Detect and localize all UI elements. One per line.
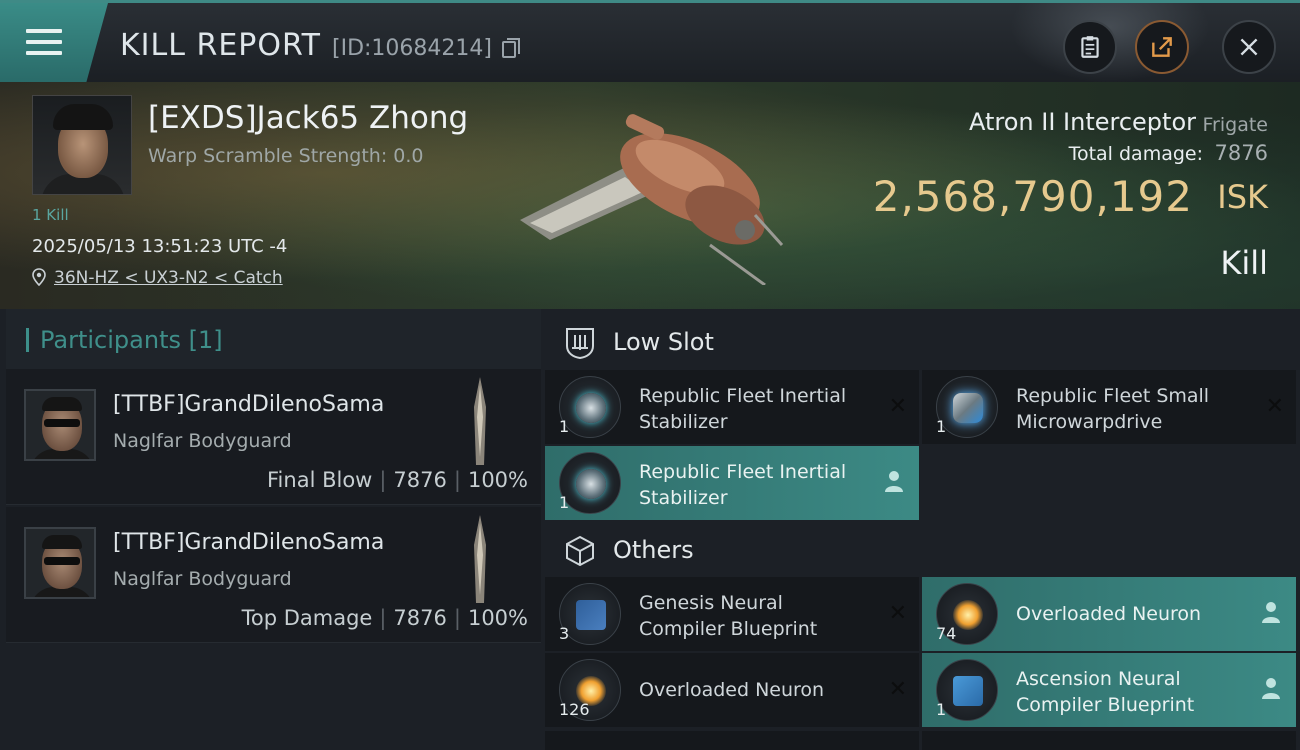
destroyed-icon: ✕	[888, 394, 907, 419]
item-overloaded-neuron-dropped[interactable]: 74 Overloaded Neuron	[922, 577, 1296, 651]
item-quantity: 3	[559, 624, 570, 643]
item-name: Republic Fleet Small Microwarpdrive	[1016, 385, 1210, 433]
report-id: [ID:10684214]	[332, 36, 492, 61]
participant-percent: 100%	[467, 606, 528, 630]
warp-scramble-strength: Warp Scramble Strength: 0.0	[148, 145, 424, 167]
page-title: KILL REPORT	[120, 28, 321, 63]
item-next-row-partial[interactable]	[922, 731, 1296, 750]
close-icon	[1240, 38, 1258, 56]
participant-avatar[interactable]	[24, 527, 96, 599]
share-button[interactable]	[1135, 20, 1189, 74]
participants-header[interactable]: Participants [1]	[6, 309, 541, 369]
participant-role: Final Blow	[267, 468, 373, 492]
item-name: Overloaded Neuron	[1016, 603, 1202, 625]
others-header: Others	[545, 520, 1300, 580]
share-icon	[1152, 37, 1172, 57]
participant-ship-icon	[474, 515, 486, 603]
cube-icon	[566, 535, 594, 567]
participant-damage: 7876	[393, 606, 447, 630]
participants-title: Participants [1]	[40, 326, 223, 354]
victim-ship-class: Frigate	[1202, 114, 1268, 136]
item-name: Overloaded Neuron	[639, 679, 825, 701]
destroyed-icon: ✕	[888, 677, 907, 702]
item-genesis-neural-compiler-blueprint[interactable]: 3 Genesis Neural Compiler Blueprint ✕	[545, 577, 919, 651]
clipboard-icon	[1081, 36, 1099, 58]
menu-icon	[26, 29, 62, 57]
copy-icon[interactable]	[502, 38, 520, 58]
destroyed-icon: ✕	[1265, 394, 1284, 419]
item-quantity: 1	[936, 417, 947, 436]
items-panel: Low Slot 1 Republic Fleet Inertial Stabi…	[541, 309, 1300, 750]
item-republic-fleet-inertial-stabilizer[interactable]: 1 Republic Fleet Inertial Stabilizer ✕	[545, 370, 919, 444]
item-next-row-partial[interactable]	[545, 731, 919, 750]
participant-ship-icon	[474, 377, 486, 465]
item-name: Genesis Neural Compiler Blueprint	[639, 592, 818, 640]
participant-ship: Naglfar Bodyguard	[113, 430, 292, 452]
participant-percent: 100%	[467, 468, 528, 492]
participant-avatar[interactable]	[24, 389, 96, 461]
participant-stats: Final Blow | 7876 | 100%	[267, 468, 528, 492]
dropped-person-icon	[885, 471, 903, 492]
participant-name: [TTBF]GrandDilenoSama	[113, 392, 385, 417]
item-ascension-neural-compiler-blueprint-dropped[interactable]: 1 Ascension Neural Compiler Blueprint	[922, 653, 1296, 727]
participant-ship: Naglfar Bodyguard	[113, 568, 292, 590]
total-damage-label: Total damage:	[1068, 143, 1203, 165]
clipboard-button[interactable]	[1063, 20, 1117, 74]
victim-avatar[interactable]	[32, 95, 132, 195]
item-republic-fleet-small-microwarpdrive[interactable]: 1 Republic Fleet Small Microwarpdrive ✕	[922, 370, 1296, 444]
item-quantity: 74	[936, 624, 957, 643]
participant-row[interactable]: [TTBF]GrandDilenoSama Naglfar Bodyguard …	[6, 507, 541, 643]
location-pin-icon	[32, 268, 46, 286]
participant-damage: 7876	[393, 468, 447, 492]
close-button[interactable]	[1222, 20, 1276, 74]
participants-panel: Participants [1] [TTBF]GrandDilenoSama N…	[0, 309, 541, 750]
low-slot-icon	[566, 328, 594, 360]
top-bar: KILL REPORT [ID:10684214]	[0, 0, 1300, 83]
kill-datetime: 2025/05/13 13:51:23 UTC -4	[32, 236, 288, 257]
item-overloaded-neuron[interactable]: 126 Overloaded Neuron ✕	[545, 653, 919, 727]
total-damage-value: 7876	[1214, 141, 1268, 165]
participant-row[interactable]: [TTBF]GrandDilenoSama Naglfar Bodyguard …	[6, 369, 541, 505]
isk-unit: ISK	[1217, 178, 1268, 216]
destroyed-icon: ✕	[888, 601, 907, 626]
location-link[interactable]: 36N-HZ < UX3-N2 < Catch	[54, 268, 283, 288]
participant-stats: Top Damage | 7876 | 100%	[241, 606, 528, 630]
isk-value: 2,568,790,192	[872, 172, 1193, 221]
low-slot-title: Low Slot	[613, 328, 714, 356]
menu-button[interactable]	[0, 3, 108, 82]
item-quantity: 1	[936, 700, 947, 719]
item-quantity: 1	[559, 493, 570, 512]
kill-result: Kill	[1220, 244, 1268, 282]
others-title: Others	[613, 536, 694, 564]
item-name: Ascension Neural Compiler Blueprint	[1016, 668, 1195, 716]
item-quantity: 1	[559, 417, 570, 436]
item-republic-fleet-inertial-stabilizer-dropped[interactable]: 1 Republic Fleet Inertial Stabilizer	[545, 446, 919, 520]
participant-role: Top Damage	[241, 606, 373, 630]
item-name: Republic Fleet Inertial Stabilizer	[639, 385, 847, 433]
item-quantity: 126	[559, 700, 590, 719]
dropped-person-icon	[1262, 678, 1280, 699]
victim-ship-name[interactable]: Atron II Interceptor	[969, 108, 1196, 136]
kill-count: 1 Kill	[32, 206, 69, 224]
participant-name: [TTBF]GrandDilenoSama	[113, 530, 385, 555]
item-name: Republic Fleet Inertial Stabilizer	[639, 461, 847, 509]
victim-name[interactable]: [EXDS]Jack65 Zhong	[148, 100, 468, 136]
dropped-person-icon	[1262, 602, 1280, 623]
low-slot-header: Low Slot	[545, 312, 1300, 372]
victim-ship-image	[520, 114, 784, 285]
